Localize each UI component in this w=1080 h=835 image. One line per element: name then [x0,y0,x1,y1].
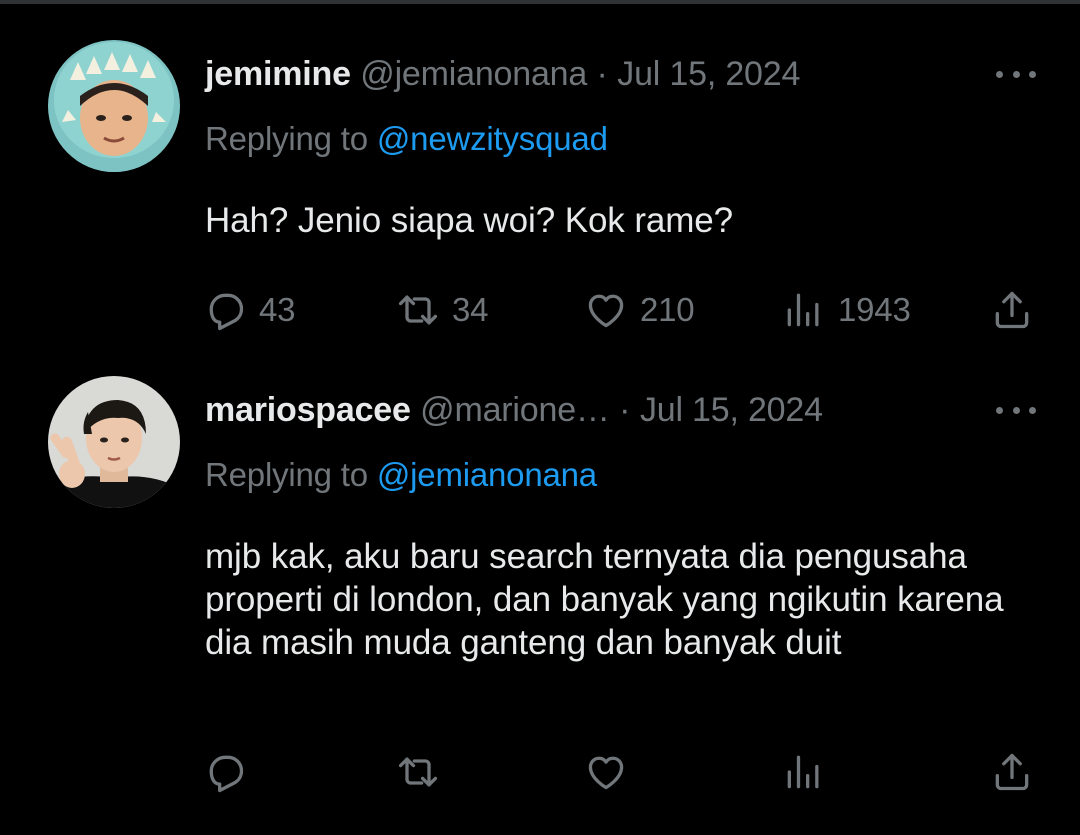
tweet-date[interactable]: Jul 15, 2024 [640,391,823,429]
share-icon [995,753,1029,791]
heart-icon [588,756,624,790]
replying-to: Replying to @jemianonana [205,453,597,497]
tweet-actions [0,747,1080,797]
views-icon [787,755,819,789]
avatar[interactable] [48,40,180,172]
retweet-icon [398,757,438,787]
replying-to-mention[interactable]: @jemianonana [377,456,597,493]
heart-icon [588,294,624,328]
share-button[interactable] [990,747,1034,797]
share-icon [995,291,1029,329]
tweet-2[interactable]: mariospacee @marione… · Jul 15, 2024 Rep… [0,360,1080,835]
replying-to-mention[interactable]: @newzitysquad [377,120,608,157]
retweet-button[interactable]: 34 [396,285,489,335]
tweet-text: Hah? Jenio siapa woi? Kok rame? [205,201,734,240]
views-icon [787,293,819,327]
reply-icon [209,293,244,331]
reply-count: 43 [259,291,296,328]
user-handle[interactable]: @marione… [420,391,610,429]
tweet-date[interactable]: Jul 15, 2024 [617,55,800,93]
replying-prefix: Replying to [205,120,368,157]
avatar[interactable] [48,376,180,508]
more-icon[interactable] [996,64,1036,84]
share-button[interactable] [990,285,1034,335]
like-button[interactable] [584,747,628,797]
reply-icon [209,755,244,793]
tweet-header: jemimine @jemianonana · Jul 15, 2024 [205,51,800,97]
replying-prefix: Replying to [205,456,368,493]
tweet-text: mjb kak, aku baru search ternyata dia pe… [205,537,1004,662]
views-button[interactable]: 1943 [782,285,911,335]
tweet-actions: 43 34 210 1943 [0,285,1080,335]
reply-button[interactable] [203,747,247,797]
view-count: 1943 [838,291,911,328]
replying-to: Replying to @newzitysquad [205,117,608,161]
like-button[interactable]: 210 [584,285,695,335]
user-handle[interactable]: @jemianonana [360,55,587,93]
retweet-icon [398,295,438,325]
reply-button[interactable]: 43 [203,285,296,335]
separator: · [609,391,640,429]
retweet-button[interactable] [396,747,440,797]
separator: · [587,55,618,93]
like-count: 210 [640,291,695,328]
display-name[interactable]: mariospacee [205,391,411,429]
retweet-count: 34 [452,291,489,328]
more-icon[interactable] [996,400,1036,420]
tweet-1[interactable]: jemimine @jemianonana · Jul 15, 2024 Rep… [0,0,1080,360]
views-button[interactable] [782,747,826,797]
display-name[interactable]: jemimine [205,55,351,93]
tweet-header: mariospacee @marione… · Jul 15, 2024 [205,387,823,433]
